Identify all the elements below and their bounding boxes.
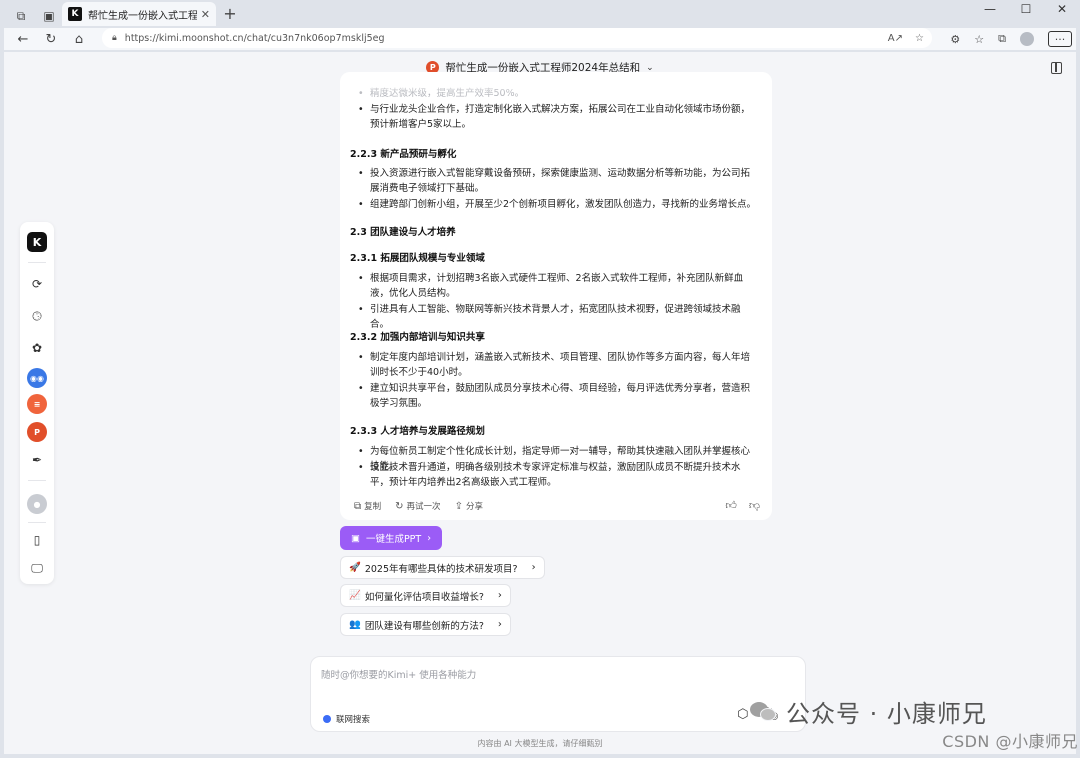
url-text: https://kimi.moonshot.cn/chat/cu3n7nk06o… xyxy=(124,32,385,44)
favorites-icon[interactable]: ☆ xyxy=(974,33,984,46)
home-icon[interactable]: ⌂ xyxy=(70,32,88,47)
bullet-item: 制定年度内部培训计划，涵盖嵌入式新技术、项目管理、团队协作等多方面内容，每人年培… xyxy=(358,350,758,380)
refresh-icon[interactable]: ↻ xyxy=(42,32,60,47)
left-rail: K ⟳ 🕓︎ ✿ ◉◉ ≡ P ✒ ● ▯ 🖵︎ xyxy=(20,222,54,584)
ppt-agent-icon[interactable]: P xyxy=(27,422,47,442)
section-heading: 2.3 团队建设与人才培养 xyxy=(350,227,456,238)
workspaces-icon[interactable]: ⧉ xyxy=(10,5,32,27)
url-bar[interactable]: 🔒︎ https://kimi.moonshot.cn/chat/cu3n7nk… xyxy=(102,28,932,48)
kimi-page: P 帮忙生成一份嵌入式工程师2024年总结和 ⌄ K ⟳ 🕓︎ ✿ ◉◉ ≡ P… xyxy=(4,52,1076,754)
pen-agent-icon[interactable]: ✒ xyxy=(27,450,47,470)
section-heading: 2.3.1 拓展团队规模与专业领域 xyxy=(350,253,485,264)
minimize-icon[interactable]: — xyxy=(982,2,998,16)
chevron-right-icon: › xyxy=(497,590,502,601)
copy-icon: ⧉ xyxy=(354,501,362,512)
chat-input[interactable]: 随时@你想要的Kimi+ 使用各种能力 联网搜索 ⬡ 📎︎ xyxy=(310,656,806,732)
rocket-icon: 🚀 xyxy=(349,562,361,573)
chevron-right-icon: › xyxy=(427,532,432,544)
wechat-icon xyxy=(750,700,778,724)
bullet-item: 与行业龙头企业合作，打造定制化嵌入式解决方案，拓展公司在工业自动化领域市场份额，… xyxy=(358,102,758,132)
kimi-agent-owl-icon[interactable]: ◉◉ xyxy=(27,368,47,388)
sidebar-toggle-icon[interactable] xyxy=(1051,62,1062,74)
section-heading: 2.3.2 加强内部培训与知识共享 xyxy=(350,332,485,343)
mobile-app-icon[interactable]: ▯ xyxy=(27,530,47,550)
close-window-icon[interactable]: ✕ xyxy=(1054,2,1070,16)
maximize-icon[interactable]: ☐ xyxy=(1018,2,1034,16)
csdn-watermark: CSDN @小康师兄 xyxy=(942,732,1078,751)
desktop-app-icon[interactable]: 🖵︎ xyxy=(27,558,47,578)
generate-ppt-button[interactable]: ▣ 一键生成PPT › xyxy=(340,526,442,550)
browser-tab[interactable]: K 帮忙生成一份嵌入式工程师2024年总结和 ✕ xyxy=(62,2,216,26)
toggle-dot-icon xyxy=(323,715,331,723)
bullet-item: 组建跨部门创新小组，开展至少2个创新项目孵化，激发团队创造力，寻找新的业务增长点… xyxy=(358,197,758,212)
bullet-item: 投入资源进行嵌入式智能穿戴设备预研，探索健康监测、运动数据分析等新功能，为公司拓… xyxy=(358,166,758,196)
answer-actions: ⧉ 复制 ↻ 再试一次 ⇪ 分享 xyxy=(354,500,483,512)
user-avatar[interactable]: ● xyxy=(27,494,47,514)
new-tab-icon[interactable]: + xyxy=(220,4,240,23)
web-search-toggle[interactable]: 联网搜索 xyxy=(323,713,370,725)
profile-avatar[interactable] xyxy=(1020,32,1034,46)
section-heading: 2.2.3 新产品预研与孵化 xyxy=(350,149,457,160)
copy-button[interactable]: ⧉ 复制 xyxy=(354,500,381,512)
bullet-item: 设立技术晋升通道，明确各级别技术专家评定标准与权益，激励团队成员不断提升技术水平… xyxy=(358,460,758,490)
explore-icon[interactable]: ✿ xyxy=(27,338,47,358)
team-icon: 👥 xyxy=(349,619,361,630)
kimi-agent-doc-icon[interactable]: ≡ xyxy=(27,394,47,414)
cube-icon[interactable]: ⬡ xyxy=(737,707,748,722)
retry-button[interactable]: ↻ 再试一次 xyxy=(395,500,440,512)
back-icon[interactable]: ← xyxy=(14,32,32,47)
share-button[interactable]: ⇪ 分享 xyxy=(455,500,483,512)
suggestion-chip[interactable]: 👥 团队建设有哪些创新的方法? › xyxy=(340,613,511,636)
wechat-watermark: 公众号 · 小康师兄 xyxy=(750,694,987,729)
kimi-logo-icon[interactable]: K xyxy=(27,232,47,252)
presentation-icon: ▣ xyxy=(350,532,360,544)
extensions-icon[interactable]: ⚙ xyxy=(950,33,960,46)
bullet-item: 建立知识共享平台，鼓励团队成员分享技术心得、项目经验，每月评选优秀分享者，营造积… xyxy=(358,381,758,411)
chevron-right-icon: › xyxy=(531,562,536,573)
window-controls: — ☐ ✕ xyxy=(982,2,1070,16)
chevron-down-icon: ⌄ xyxy=(646,62,654,73)
thumbs-down-icon[interactable]: 👎︎ xyxy=(749,499,760,512)
feedback-buttons: 👍︎ 👎︎ xyxy=(725,499,760,512)
retry-icon: ↻ xyxy=(395,501,404,512)
suggestion-chip[interactable]: 🚀 2025年有哪些具体的技术研发项目? › xyxy=(340,556,545,579)
input-placeholder: 随时@你想要的Kimi+ 使用各种能力 xyxy=(321,670,477,681)
tab-title: 帮忙生成一份嵌入式工程师2024年总结和 xyxy=(88,10,197,22)
favorite-add-icon[interactable]: ☆ xyxy=(915,33,924,44)
bullet-item: 根据项目需求，计划招聘3名嵌入式硬件工程师、2名嵌入式软件工程师，补充团队新鲜血… xyxy=(358,271,758,301)
kimi-favicon-icon: K xyxy=(68,7,82,21)
rail-divider xyxy=(28,480,46,481)
read-aloud-icon[interactable]: A↗ xyxy=(888,33,903,44)
new-chat-icon[interactable]: ⟳ xyxy=(27,274,47,294)
address-toolbar: ← ↻ ⌂ 🔒︎ https://kimi.moonshot.cn/chat/c… xyxy=(4,28,1076,50)
history-icon[interactable]: 🕓︎ xyxy=(27,306,47,326)
more-menu-icon[interactable]: ··· xyxy=(1048,31,1072,47)
lock-icon[interactable]: 🔒︎ xyxy=(112,33,117,43)
suggestion-chip[interactable]: 📈 如何量化评估项目收益增长? › xyxy=(340,584,511,607)
rail-divider xyxy=(28,262,46,263)
rail-divider xyxy=(28,522,46,523)
ai-disclaimer: 内容由 AI 大模型生成，请仔细甄别 xyxy=(477,739,603,748)
close-tab-icon[interactable]: ✕ xyxy=(201,8,210,21)
thumbs-up-icon[interactable]: 👍︎ xyxy=(725,499,737,512)
chart-icon: 📈 xyxy=(349,590,361,601)
chevron-right-icon: › xyxy=(497,619,502,630)
assistant-answer: 精度达微米级，提高生产效率50%。 与行业龙头企业合作，打造定制化嵌入式解决方案… xyxy=(340,72,772,520)
share-icon: ⇪ xyxy=(454,501,463,512)
collections-icon[interactable]: ⧉ xyxy=(998,32,1006,46)
tab-actions-icon[interactable]: ▣ xyxy=(38,5,60,27)
top-fade xyxy=(340,72,772,96)
section-heading: 2.3.3 人才培养与发展路径规划 xyxy=(350,426,485,437)
bullet-item: 引进具有人工智能、物联网等新兴技术背景人才，拓宽团队技术视野，促进跨领域技术融合… xyxy=(358,302,758,332)
